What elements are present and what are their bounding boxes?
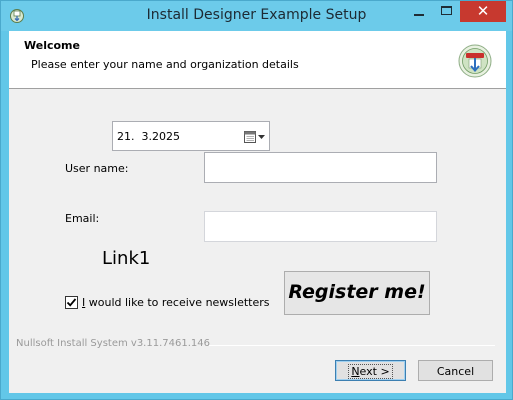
date-value: 21. 3.2025: [117, 130, 180, 143]
newsletter-checkbox[interactable]: [65, 296, 78, 309]
minimize-button[interactable]: [405, 1, 433, 22]
next-mnemonic: N: [351, 365, 360, 378]
page-title: Welcome: [24, 39, 80, 52]
newsletter-label-text: would like to receive newsletters: [85, 296, 270, 309]
maximize-button[interactable]: [433, 1, 460, 22]
cancel-button[interactable]: Cancel: [418, 360, 493, 381]
next-button[interactable]: Next >: [335, 360, 406, 381]
installer-logo-icon: [458, 44, 492, 78]
calendar-dropdown-icon[interactable]: [244, 130, 268, 144]
close-button[interactable]: ✕: [460, 1, 506, 22]
newsletter-label: I would like to receive newsletters: [82, 296, 270, 309]
page-header: Welcome Please enter your name and organ…: [9, 31, 506, 89]
link1[interactable]: Link1: [102, 248, 150, 269]
email-label: Email:: [65, 212, 100, 225]
next-label-text: ext >: [359, 365, 390, 378]
title-bar[interactable]: Install Designer Example Setup ✕: [1, 1, 512, 31]
email-field[interactable]: [204, 211, 437, 242]
username-field[interactable]: [204, 152, 437, 183]
page-subtitle: Please enter your name and organization …: [31, 58, 299, 71]
register-button-label: Register me!: [288, 281, 426, 303]
next-button-label: Next >: [348, 364, 393, 379]
close-icon: ✕: [476, 2, 490, 20]
date-picker[interactable]: 21. 3.2025: [112, 121, 270, 151]
checkmark-icon: [66, 298, 77, 307]
cancel-button-label: Cancel: [436, 365, 475, 378]
register-button[interactable]: Register me!: [284, 271, 430, 315]
nsis-branding-text: Nullsoft Install System v3.11.7461.146: [16, 338, 210, 349]
installer-window: Install Designer Example Setup ✕ Welcome…: [0, 0, 513, 400]
branding-divider: [209, 345, 495, 346]
minimize-icon: [414, 14, 424, 16]
dialog-client-area: Welcome Please enter your name and organ…: [9, 31, 506, 393]
maximize-icon: [441, 6, 452, 15]
username-label: User name:: [65, 162, 129, 175]
